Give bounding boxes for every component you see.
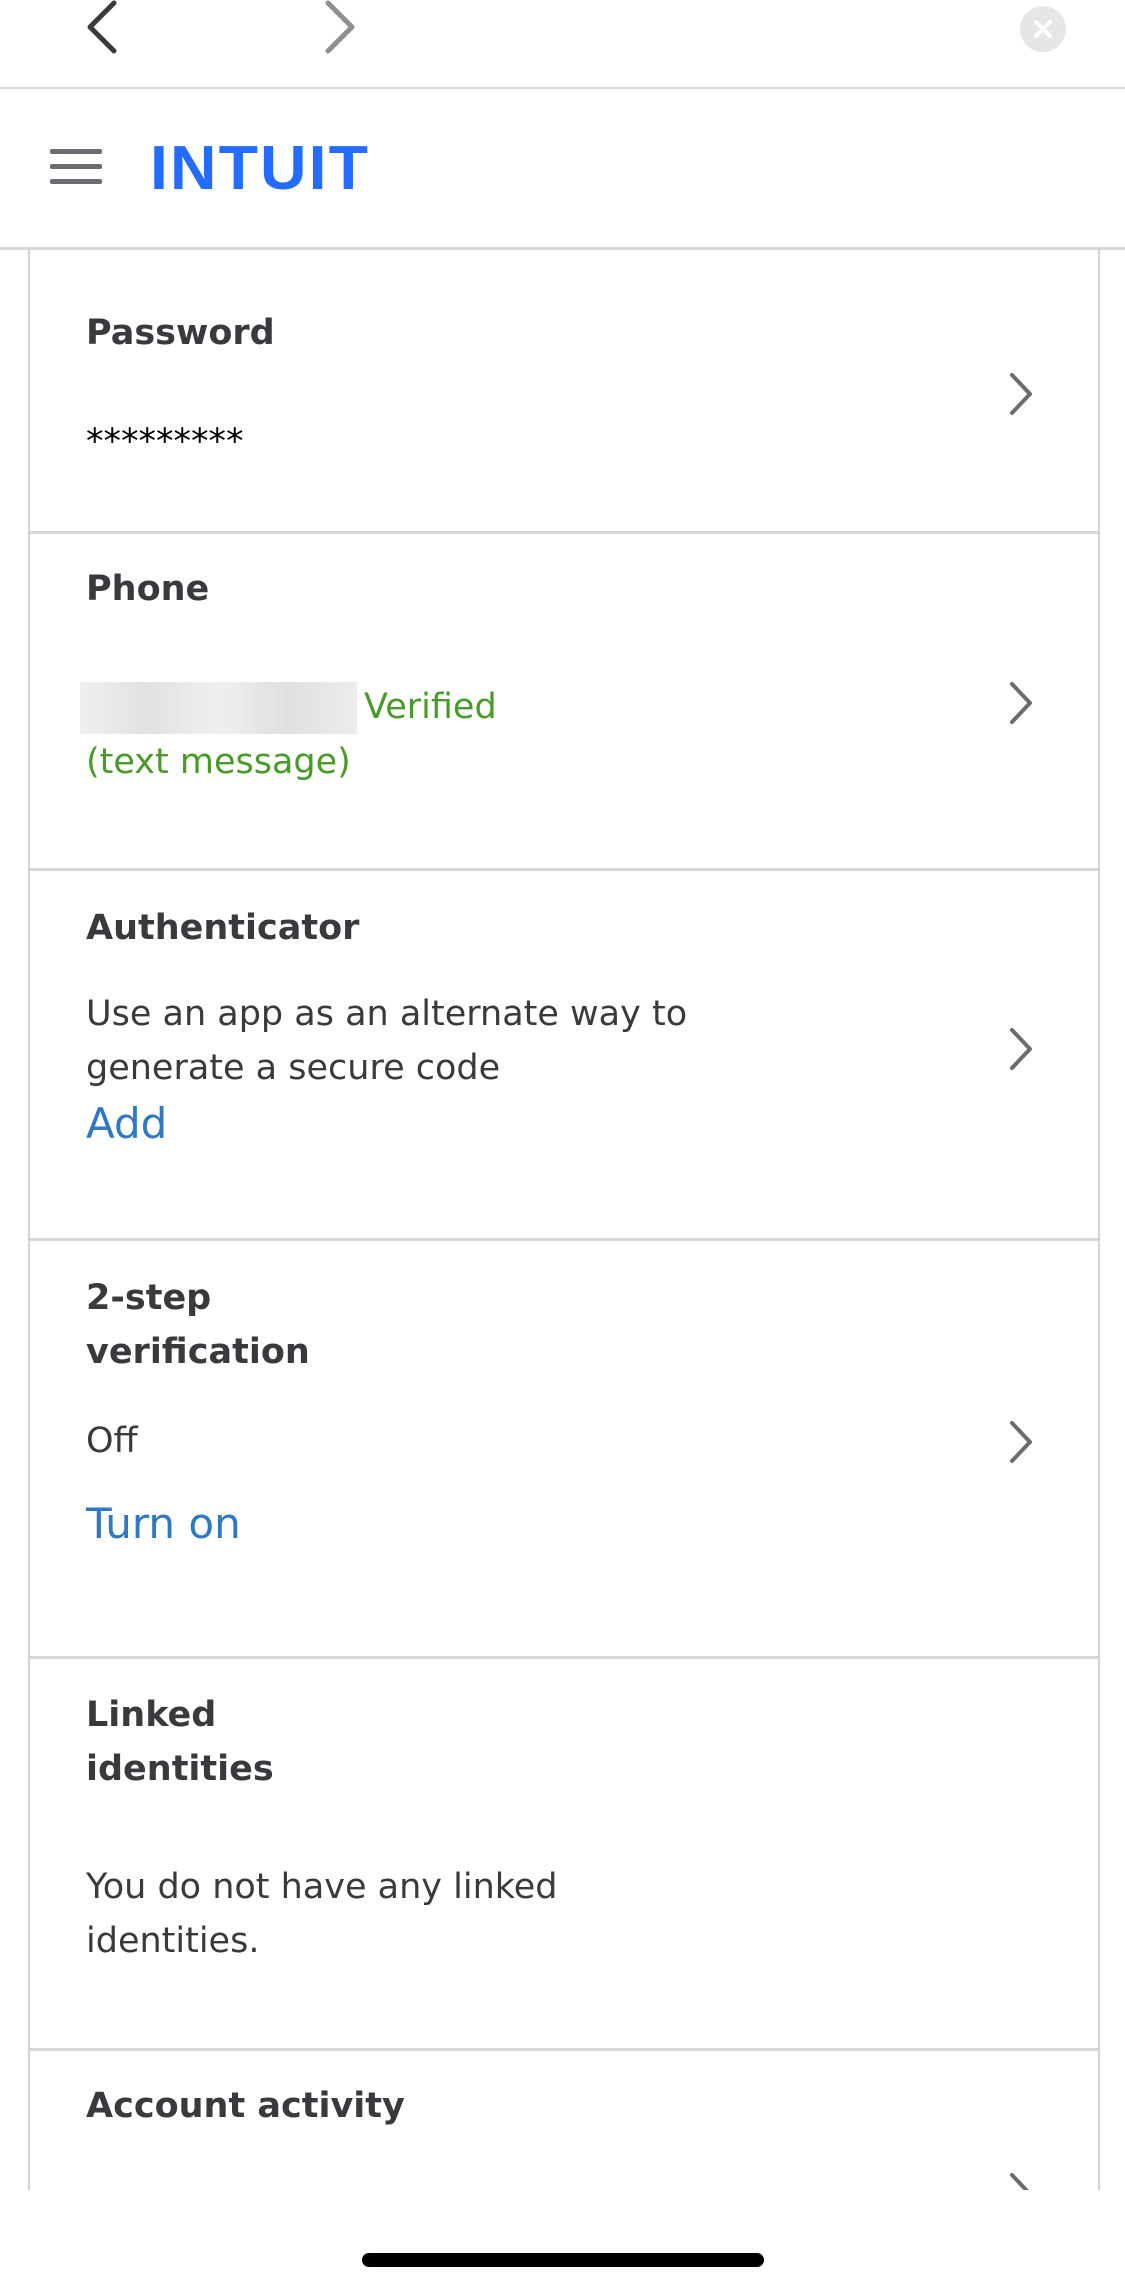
linked-title-line1: Linked: [86, 1695, 217, 1735]
authenticator-title: Authenticator: [86, 908, 360, 948]
password-card[interactable]: Password *********: [30, 250, 1098, 534]
linked-identities-card: Linked identities You do not have any li…: [30, 1659, 1098, 2051]
chevron-right-icon: [1010, 1028, 1032, 1070]
close-icon: [1034, 20, 1052, 38]
chevron-right-icon: [1010, 1421, 1032, 1463]
home-indicator[interactable]: [362, 2253, 764, 2267]
chevron-right-icon: [1010, 682, 1032, 724]
close-button[interactable]: [1020, 6, 1066, 52]
brand-text: INTUIT: [150, 137, 370, 197]
redacted-phone-number: [80, 682, 357, 734]
two-step-title-line2: verification: [86, 1332, 310, 1372]
intuit-logo: INTUIT: [150, 137, 370, 197]
chevron-left-icon: [87, 0, 117, 54]
password-title: Password: [86, 313, 275, 353]
back-button[interactable]: [78, 0, 126, 56]
two-step-title-line1: 2-step: [86, 1278, 212, 1318]
authenticator-add-link[interactable]: Add: [86, 1097, 167, 1151]
two-step-verification-card[interactable]: 2-step verification Off Turn on: [30, 1241, 1098, 1659]
two-step-status: Off: [86, 1421, 138, 1461]
authenticator-description-line1: Use an app as an alternate way to: [86, 994, 688, 1034]
authenticator-card[interactable]: Authenticator Use an app as an alternate…: [30, 871, 1098, 1241]
linked-title-line2: identities: [86, 1749, 274, 1789]
browser-nav-bar: [0, 0, 1125, 89]
chevron-right-icon: [1010, 373, 1032, 415]
forward-button[interactable]: [316, 0, 364, 56]
app-header: INTUIT: [0, 89, 1125, 250]
two-step-turn-on-link[interactable]: Turn on: [86, 1497, 241, 1551]
account-activity-title: Account activity: [86, 2086, 405, 2126]
phone-card[interactable]: Phone Verified (text message): [30, 534, 1098, 871]
linked-description-line1: You do not have any linked: [86, 1867, 558, 1907]
chevron-right-icon: [325, 0, 355, 54]
authenticator-description-line2: generate a secure code: [86, 1048, 501, 1088]
phone-verified-status: Verified: [364, 687, 497, 727]
hamburger-menu-button[interactable]: [50, 149, 102, 187]
phone-verification-method: (text message): [86, 742, 351, 782]
bottom-safe-area: [0, 2190, 1125, 2284]
security-settings-list: Password ********* Phone Verified (text …: [28, 250, 1100, 2190]
password-value: *********: [86, 422, 244, 462]
phone-title: Phone: [86, 569, 210, 609]
page: INTUIT Password ********* Phone Verified…: [0, 0, 1125, 2284]
linked-description-line2: identities.: [86, 1921, 260, 1961]
chevron-right-icon: [1010, 2173, 1029, 2190]
account-activity-card[interactable]: Account activity: [30, 2051, 1098, 2190]
hamburger-icon: [50, 149, 102, 154]
